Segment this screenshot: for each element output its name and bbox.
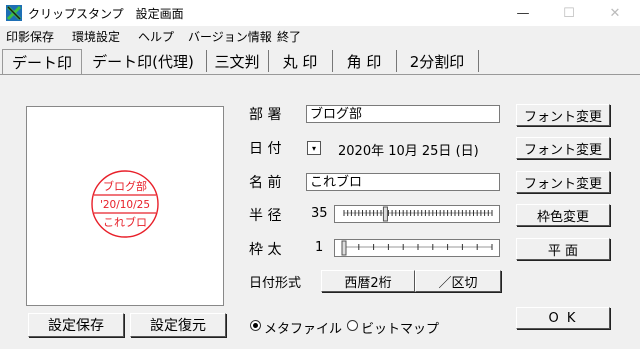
date-checkbox[interactable]: ▾	[307, 141, 321, 155]
name-input[interactable]: これブロ	[306, 173, 500, 191]
frame-value: 1	[315, 240, 324, 255]
tab-separator	[332, 50, 333, 72]
tab-separator	[268, 50, 269, 72]
name-label: 名 前	[249, 175, 282, 191]
save-settings-button[interactable]: 設定保存	[28, 313, 124, 337]
slider-thumb[interactable]	[382, 206, 388, 222]
stamp-top-text: ブログ部	[103, 179, 147, 193]
date-format-label: 日付形式	[249, 276, 302, 291]
tab-sanmonban[interactable]: 三文判	[208, 49, 266, 73]
bitmap-label[interactable]: ビットマップ	[361, 318, 439, 337]
tab-baseline	[0, 74, 640, 75]
app-icon	[6, 5, 22, 21]
radius-value: 35	[311, 206, 328, 221]
dept-input[interactable]: ブログ部	[306, 105, 500, 123]
menu-exit[interactable]: 終了	[277, 28, 301, 45]
metafile-radio[interactable]	[250, 320, 261, 331]
menu-save-stamp[interactable]: 印影保存	[6, 28, 54, 45]
radius-label: 半 径	[249, 208, 282, 224]
tab-separator	[478, 50, 479, 72]
slider-thumb[interactable]	[341, 240, 347, 256]
font-change-button-name[interactable]: フォント変更	[516, 171, 610, 193]
tab-date-stamp-proxy[interactable]: デート印(代理)	[82, 49, 204, 73]
tab-separator	[396, 50, 397, 72]
date-format-year-button[interactable]: 西暦2桁	[321, 270, 415, 292]
close-button[interactable]: ✕	[592, 0, 638, 26]
tab-square-stamp[interactable]: 角 印	[334, 49, 394, 73]
frame-color-button[interactable]: 枠色変更	[516, 204, 610, 226]
flat-button[interactable]: 平 面	[516, 238, 610, 260]
minimize-button[interactable]: —	[500, 0, 546, 26]
radio-dot	[253, 323, 258, 328]
stamp-bottom-text: これブロ	[103, 215, 147, 229]
metafile-label[interactable]: メタファイル	[264, 318, 342, 337]
frame-slider-ticks	[341, 240, 493, 256]
font-change-button-dept[interactable]: フォント変更	[516, 104, 610, 126]
tab-round-stamp[interactable]: 丸 印	[270, 49, 330, 73]
date-format-separator-button[interactable]: ／区切	[415, 270, 501, 292]
menu-help[interactable]: ヘルプ	[138, 28, 174, 45]
menu-version[interactable]: バージョン情報	[188, 28, 272, 45]
stamp-date-text: '20/10/25	[100, 199, 150, 211]
dept-label: 部 署	[249, 107, 282, 123]
frame-label: 枠 太	[249, 242, 282, 258]
tab-separator	[206, 50, 207, 72]
tab-date-stamp[interactable]: デート印	[2, 49, 82, 74]
ok-button[interactable]: O K	[516, 307, 610, 329]
bitmap-radio[interactable]	[347, 320, 358, 331]
date-value[interactable]: 2020年 10月 25日 (日)	[338, 140, 479, 159]
restore-settings-button[interactable]: 設定復元	[130, 313, 226, 337]
window-title: クリップスタンプ 設定画面	[28, 7, 184, 21]
font-change-button-date[interactable]: フォント変更	[516, 137, 610, 159]
menu-settings[interactable]: 環境設定	[72, 28, 120, 45]
date-stamp-image: ブログ部 '20/10/25 これブロ	[91, 170, 159, 238]
tab-split-stamp[interactable]: 2分割印	[398, 49, 476, 73]
date-label: 日 付	[249, 141, 282, 157]
maximize-button[interactable]: ☐	[546, 0, 592, 26]
radius-slider-ticks	[343, 206, 493, 222]
